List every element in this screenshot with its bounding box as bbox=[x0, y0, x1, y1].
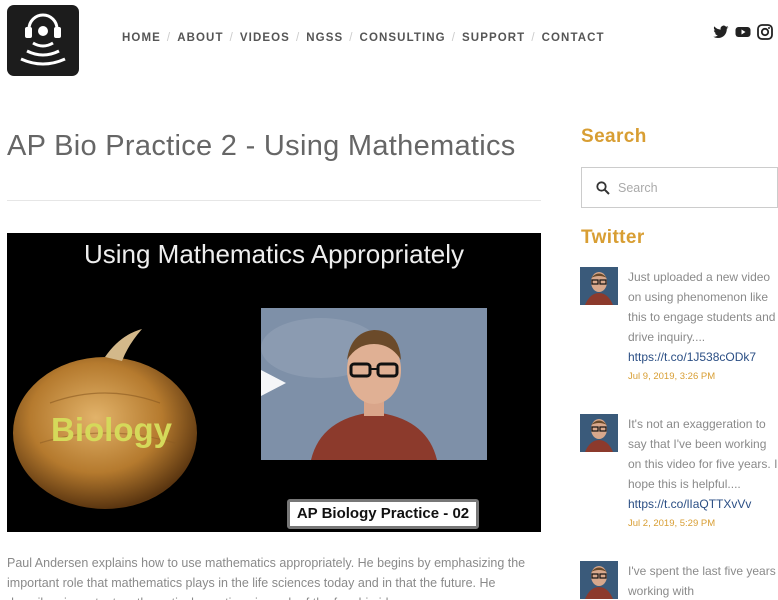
avatar[interactable] bbox=[580, 414, 618, 452]
presenter-thumbnail bbox=[261, 308, 487, 460]
tweet-text: Just uploaded a new video on using pheno… bbox=[628, 270, 776, 344]
onion-label: Biology bbox=[51, 411, 172, 448]
avatar[interactable] bbox=[580, 561, 618, 599]
tweet-link[interactable]: https://t.co/1J538cODk7 bbox=[628, 347, 778, 367]
search-heading: Search bbox=[581, 126, 647, 147]
instagram-icon[interactable] bbox=[757, 24, 773, 40]
nav-about[interactable]: ABOUT bbox=[177, 32, 223, 44]
video-caption: AP Biology Practice - 02 bbox=[287, 499, 479, 529]
headphones-logo-icon bbox=[20, 13, 66, 66]
tweet-text: It's not an exaggeration to say that I'v… bbox=[628, 417, 778, 491]
youtube-icon[interactable] bbox=[735, 24, 751, 40]
nav-ngss[interactable]: NGSS bbox=[306, 32, 343, 44]
post-description: Paul Andersen explains how to use mathem… bbox=[7, 556, 526, 600]
search-box[interactable] bbox=[581, 167, 778, 208]
page-title: AP Bio Practice 2 - Using Mathematics bbox=[7, 130, 516, 162]
nav-separator: / bbox=[166, 32, 172, 44]
nav-separator: / bbox=[349, 32, 354, 44]
avatar[interactable] bbox=[580, 267, 618, 305]
nav-home[interactable]: HOME bbox=[122, 32, 161, 44]
social-links bbox=[713, 24, 773, 40]
nav-separator: / bbox=[229, 32, 234, 44]
nav-separator: / bbox=[451, 32, 457, 44]
video-heading: Using Mathematics Appropriately bbox=[83, 239, 465, 269]
play-icon[interactable] bbox=[261, 370, 286, 396]
nav-separator: / bbox=[295, 32, 301, 44]
twitter-icon[interactable] bbox=[713, 24, 729, 40]
nav-contact[interactable]: CONTACT bbox=[542, 32, 605, 44]
nav-separator: / bbox=[531, 32, 536, 44]
twitter-heading: Twitter bbox=[581, 227, 645, 248]
video-player[interactable]: Using Mathematics Appropriately Biology bbox=[7, 233, 541, 532]
nav-consulting[interactable]: CONSULTING bbox=[360, 32, 446, 44]
title-divider bbox=[7, 200, 541, 201]
nav-support[interactable]: SUPPORT bbox=[462, 32, 525, 44]
main-nav: HOME / ABOUT / VIDEOS / NGSS / CONSULTIN… bbox=[122, 32, 605, 44]
tweet-text: I've spent the last five years working w… bbox=[628, 564, 776, 598]
tweet-date[interactable]: Jul 9, 2019, 3:26 PM bbox=[628, 370, 778, 384]
site-logo[interactable] bbox=[7, 5, 79, 76]
tweet-date[interactable]: Jul 2, 2019, 5:29 PM bbox=[628, 517, 778, 531]
search-icon bbox=[596, 180, 610, 195]
nav-videos[interactable]: VIDEOS bbox=[240, 32, 290, 44]
tweet-link[interactable]: https://t.co/lIaQTTXvVv bbox=[628, 494, 778, 514]
search-input[interactable] bbox=[618, 180, 758, 195]
